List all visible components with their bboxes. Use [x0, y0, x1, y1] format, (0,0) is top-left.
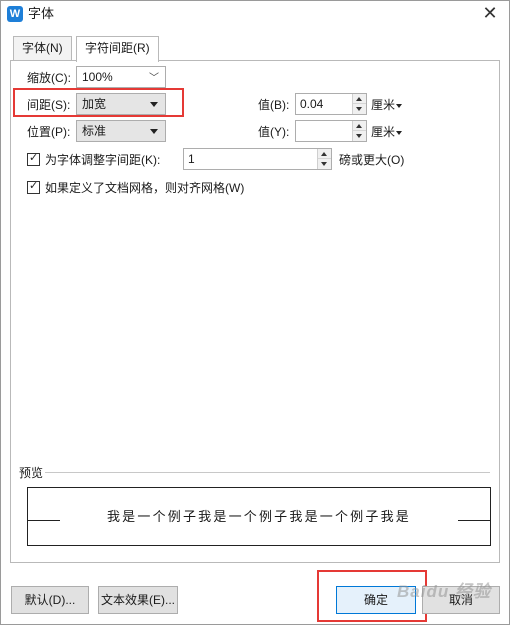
kerning-checkbox[interactable]: ✓: [27, 152, 40, 166]
preview-text: 我是一个例子我是一个例子我是一个例子我是: [106, 509, 411, 524]
kerning-suffix: 磅或更大(O): [339, 153, 405, 167]
default-button[interactable]: 默认(D)...: [11, 586, 89, 614]
position-select[interactable]: 标准: [76, 120, 166, 142]
preview-box: 我是一个例子我是一个例子我是一个例子我是: [27, 487, 491, 546]
snap-to-grid-label: 如果定义了文档网格，则对齐网格(W): [45, 181, 245, 195]
position-unit-dropdown[interactable]: 厘米: [371, 124, 403, 140]
kerning-label: 为字体调整字间距(K):: [45, 153, 161, 167]
spin-up-icon[interactable]: [353, 94, 366, 104]
scale-label: 缩放(C):: [27, 71, 71, 85]
spacing-select[interactable]: 加宽: [76, 93, 166, 115]
close-button[interactable]: ✕: [479, 3, 501, 25]
preview-divider: [45, 472, 490, 473]
spin-up-icon[interactable]: [353, 121, 366, 131]
check-icon: ✓: [29, 180, 39, 192]
caret-down-icon: [396, 103, 403, 108]
kerning-value: 1: [188, 152, 195, 166]
dropdown-arrow-icon: [150, 129, 158, 134]
preview-label: 预览: [19, 466, 44, 480]
cancel-button[interactable]: 取消: [422, 586, 500, 614]
position-value-label: 值(Y):: [258, 125, 290, 139]
caret-down-icon: [396, 130, 403, 135]
position-label: 位置(P):: [27, 125, 71, 139]
chevron-down-icon: ﹀: [149, 73, 159, 84]
font-dialog: W 字体 ✕ 字体(N) 字符间距(R) 缩放(C): 100% ﹀ 间距(S)…: [0, 0, 510, 625]
tab-character-spacing[interactable]: 字符间距(R): [76, 36, 159, 62]
spin-down-icon[interactable]: [353, 104, 366, 114]
spacing-value-text: 0.04: [300, 97, 324, 111]
ok-button[interactable]: 确定: [336, 586, 416, 614]
position-value: 标准: [82, 124, 107, 138]
dropdown-arrow-icon: [150, 102, 158, 107]
spacing-value: 加宽: [82, 97, 107, 111]
text-effects-button[interactable]: 文本效果(E)...: [98, 586, 178, 614]
wps-app-icon: W: [7, 6, 23, 22]
dialog-title: 字体: [28, 6, 55, 21]
spacing-value-spinner[interactable]: 0.04: [295, 93, 367, 115]
position-unit-label: 厘米: [371, 125, 396, 139]
spacing-value-label: 值(B):: [258, 98, 290, 112]
spacing-unit-dropdown[interactable]: 厘米: [371, 97, 403, 113]
title-bar: W 字体 ✕: [1, 1, 509, 27]
check-icon: ✓: [29, 152, 39, 164]
preview-baseline-right: [458, 520, 490, 521]
spin-down-icon[interactable]: [318, 159, 331, 169]
kerning-spinner[interactable]: 1: [183, 148, 332, 170]
snap-to-grid-checkbox[interactable]: ✓: [27, 180, 40, 194]
scale-value: 100%: [82, 70, 113, 84]
position-value-spinner[interactable]: [295, 120, 367, 142]
tab-font[interactable]: 字体(N): [13, 36, 72, 60]
spin-up-icon[interactable]: [318, 149, 331, 159]
spin-down-icon[interactable]: [353, 131, 366, 141]
spacing-label: 间距(S):: [27, 98, 71, 112]
spacing-unit-label: 厘米: [371, 98, 396, 112]
scale-select[interactable]: 100% ﹀: [76, 66, 166, 88]
